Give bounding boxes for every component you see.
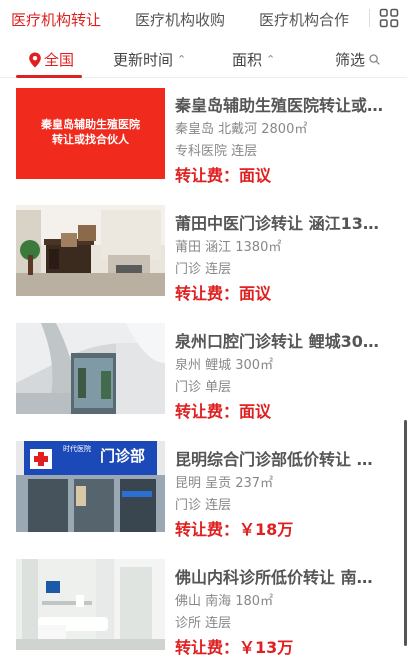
filter-region-label: 全国 [44, 51, 75, 69]
sort-caret-icon: ⌃ [177, 53, 187, 66]
thumbnail-sign-sub: 时代医院 [63, 445, 91, 453]
grid-apps-icon[interactable] [379, 8, 399, 28]
list-item[interactable]: 时代医院 门诊部 昆明综合门诊部低价转让 … 昆明 呈贡 237㎡ 门诊 连层 … [0, 432, 407, 550]
filter-region[interactable]: 全国 [28, 49, 74, 70]
list-item[interactable]: 莆田中医门诊转让 涵江13… 莆田 涵江 1380㎡ 门诊 连层 转让费：面议 [0, 196, 407, 314]
listing-price: 转让费：￥13万 [175, 638, 294, 657]
listing-category: 诊所 连层 [175, 616, 232, 631]
listing-price: 转让费：面议 [175, 166, 272, 185]
thumbnail-caption: 秦皇岛辅助生殖医院 转让或找合伙人 [41, 118, 140, 146]
top-nav: 医疗机构转让 医疗机构收购 医疗机构合作 [0, 0, 407, 38]
listing-location: 佛山 南海 180㎡ [175, 594, 274, 609]
filter-area[interactable]: 面积 ⌃ [232, 49, 275, 70]
listing-location: 昆明 呈贡 237㎡ [175, 476, 274, 491]
filter-screen-label: 筛选 [335, 51, 366, 69]
filter-screen[interactable]: 筛选 [335, 49, 380, 70]
filter-update-time[interactable]: 更新时间 ⌃ [113, 49, 186, 70]
listing-thumbnail[interactable] [16, 205, 165, 296]
thumbnail-sign: 门诊部 [100, 447, 146, 465]
list-item[interactable]: 佛山内科诊所低价转让 南… 佛山 南海 180㎡ 诊所 连层 转让费：￥13万 [0, 550, 407, 664]
listing-category: 门诊 单层 [175, 380, 232, 395]
listing-thumbnail[interactable] [16, 559, 165, 650]
listing-category: 专科医院 连层 [175, 144, 258, 159]
filter-bar: 全国 更新时间 ⌃ 面积 ⌃ 筛选 [0, 38, 407, 78]
listing-price: 转让费：￥18万 [175, 520, 294, 539]
list-item[interactable]: 泉州口腔门诊转让 鲤城30… 泉州 鲤城 300㎡ 门诊 单层 转让费：面议 [0, 314, 407, 432]
listing-category: 门诊 连层 [175, 262, 232, 277]
listing-thumbnail[interactable] [16, 323, 165, 414]
listing-title[interactable]: 昆明综合门诊部低价转让 … [175, 446, 397, 470]
listing-title[interactable]: 泉州口腔门诊转让 鲤城30… [175, 328, 397, 352]
search-icon [369, 54, 380, 65]
tab-institution-cooperation[interactable]: 医疗机构合作 [259, 9, 349, 30]
listing-location: 莆田 涵江 1380㎡ [175, 240, 282, 255]
nav-divider [369, 9, 370, 27]
listing-title[interactable]: 莆田中医门诊转让 涵江13… [175, 210, 397, 234]
tab-institution-acquisition[interactable]: 医疗机构收购 [135, 9, 225, 30]
list-item[interactable]: 秦皇岛辅助生殖医院 转让或找合伙人 秦皇岛辅助生殖医院转让或… 秦皇岛 北戴河 … [0, 78, 407, 196]
filter-update-time-label: 更新时间 [113, 51, 174, 69]
listing-category: 门诊 连层 [175, 498, 232, 513]
listing-thumbnail[interactable]: 秦皇岛辅助生殖医院 转让或找合伙人 [16, 88, 165, 179]
location-pin-icon [29, 52, 41, 67]
filter-area-label: 面积 [232, 51, 263, 69]
tab-institution-transfer[interactable]: 医疗机构转让 [11, 9, 101, 30]
listing-thumbnail[interactable]: 时代医院 门诊部 [16, 441, 165, 532]
listing-title[interactable]: 秦皇岛辅助生殖医院转让或… [175, 92, 397, 116]
listing-location: 泉州 鲤城 300㎡ [175, 358, 274, 373]
listing-price: 转让费：面议 [175, 402, 272, 421]
listing-title[interactable]: 佛山内科诊所低价转让 南… [175, 564, 397, 588]
sort-caret-icon: ⌃ [266, 53, 276, 66]
listing-location: 秦皇岛 北戴河 2800㎡ [175, 122, 308, 137]
listing-price: 转让费：面议 [175, 284, 272, 303]
